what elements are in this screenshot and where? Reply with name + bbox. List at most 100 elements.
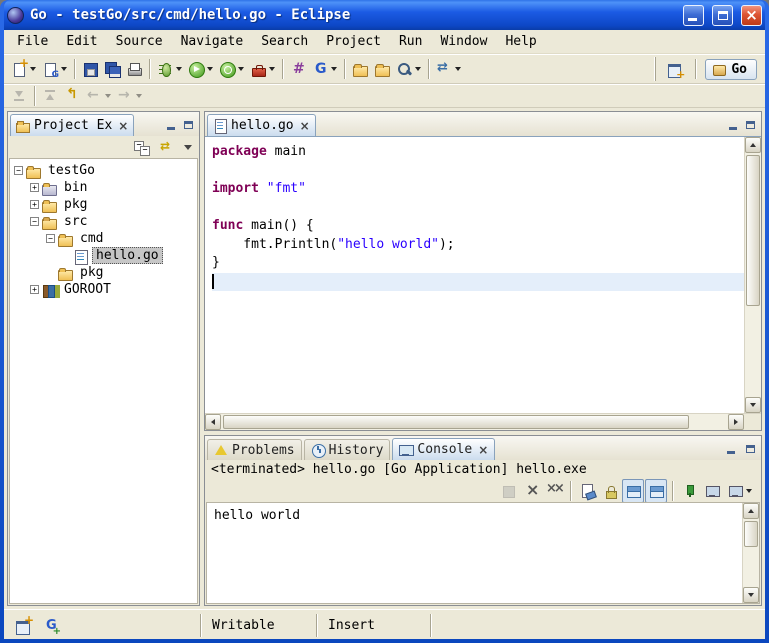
go-install-button[interactable] <box>309 57 340 81</box>
menu-edit[interactable]: Edit <box>57 31 106 52</box>
code-line[interactable]: package main <box>212 143 744 162</box>
minimize-view-button[interactable] <box>162 117 179 132</box>
title-bar[interactable]: Go - testGo/src/cmd/hello.go - Eclipse × <box>4 0 765 30</box>
code-line[interactable]: } <box>212 254 744 273</box>
previous-annotation-button[interactable] <box>39 84 61 108</box>
tab-hello-go[interactable]: hello.go × <box>207 114 316 136</box>
close-icon[interactable]: × <box>478 445 488 455</box>
tab-history[interactable]: History <box>304 439 391 460</box>
collapse-icon[interactable]: − <box>30 217 39 226</box>
code-area[interactable]: package main import "fmt" func main() { … <box>205 137 744 413</box>
minimize-view-button[interactable] <box>722 441 739 456</box>
clear-console-button[interactable] <box>576 479 598 503</box>
show-stdout-changes-button[interactable] <box>622 479 644 503</box>
run-button[interactable] <box>185 57 216 81</box>
menu-search[interactable]: Search <box>252 31 317 52</box>
expand-icon[interactable]: + <box>30 200 39 209</box>
save-all-button[interactable] <box>101 57 123 81</box>
scroll-thumb[interactable] <box>223 415 689 429</box>
go-trim-button[interactable] <box>41 614 63 638</box>
external-tools-button[interactable] <box>247 57 278 81</box>
code-line[interactable] <box>212 199 744 218</box>
tree-node-pkg[interactable]: pkg <box>10 264 197 281</box>
menu-window[interactable]: Window <box>431 31 496 52</box>
menu-project[interactable]: Project <box>317 31 390 52</box>
tab-console[interactable]: Console× <box>392 438 495 460</box>
tree-node-bin[interactable]: +bin <box>10 179 197 196</box>
tree-node-src[interactable]: −src <box>10 213 197 230</box>
new-go-element-button[interactable] <box>39 57 70 81</box>
scroll-up-button[interactable] <box>743 503 759 519</box>
open-console-button[interactable] <box>724 479 755 503</box>
print-button[interactable] <box>123 57 145 81</box>
minimize-button[interactable] <box>683 5 704 26</box>
next-annotation-button[interactable] <box>8 84 30 108</box>
debug-button[interactable] <box>154 57 185 81</box>
scroll-right-button[interactable] <box>728 414 744 430</box>
menu-file[interactable]: File <box>8 31 57 52</box>
close-button[interactable]: × <box>741 5 762 26</box>
scroll-thumb[interactable] <box>744 521 758 547</box>
code-line[interactable]: func main() { <box>212 217 744 236</box>
maximize-button[interactable] <box>712 5 733 26</box>
tree-node-testgo[interactable]: −testGo <box>10 162 197 179</box>
remove-launch-button[interactable] <box>520 479 542 503</box>
collapse-icon[interactable]: − <box>14 166 23 175</box>
show-stderr-changes-button[interactable] <box>645 479 667 503</box>
open-file-button[interactable] <box>349 57 371 81</box>
forward-button[interactable] <box>114 84 145 108</box>
search-button[interactable] <box>393 57 424 81</box>
tree-node-goroot[interactable]: +GOROOT <box>10 281 197 298</box>
display-selected-console-button[interactable] <box>701 479 723 503</box>
collapse-icon[interactable]: − <box>46 234 55 243</box>
go-perspective-button[interactable]: Go <box>705 59 757 80</box>
scroll-track[interactable] <box>221 414 728 430</box>
tree-node-cmd[interactable]: −cmd <box>10 230 197 247</box>
pin-console-button[interactable] <box>678 479 700 503</box>
menu-run[interactable]: Run <box>390 31 431 52</box>
open-perspective-button[interactable] <box>664 57 686 81</box>
remove-all-terminated-button[interactable] <box>543 479 565 503</box>
code-line[interactable] <box>212 162 744 181</box>
minimize-view-button[interactable] <box>724 117 741 132</box>
save-button[interactable] <box>79 57 101 81</box>
fast-view-button[interactable] <box>12 614 34 638</box>
close-icon[interactable]: × <box>300 121 310 131</box>
team-sync-button[interactable] <box>433 57 464 81</box>
go-test-button[interactable] <box>287 57 309 81</box>
scroll-left-button[interactable] <box>205 414 221 430</box>
code-line[interactable] <box>212 273 744 292</box>
code-line[interactable]: fmt.Println("hello world"); <box>212 236 744 255</box>
tab-problems[interactable]: Problems <box>207 439 302 460</box>
scroll-down-button[interactable] <box>745 397 761 413</box>
back-button[interactable] <box>83 84 114 108</box>
collapse-all-button[interactable] <box>131 135 153 159</box>
close-icon[interactable]: × <box>118 121 128 131</box>
scroll-lock-button[interactable] <box>599 479 621 503</box>
terminate-button[interactable] <box>497 479 519 503</box>
open-folder-button[interactable] <box>371 57 393 81</box>
project-tree[interactable]: −testGo+bin+pkg−src−cmdhello.gopkg+GOROO… <box>9 158 198 604</box>
code-line[interactable]: import "fmt" <box>212 180 744 199</box>
tab-project-explorer[interactable]: Project Ex × <box>10 114 134 136</box>
last-edit-location-button[interactable] <box>61 84 83 108</box>
scroll-thumb[interactable] <box>746 155 760 306</box>
scroll-down-button[interactable] <box>743 587 759 603</box>
expand-icon[interactable]: + <box>30 285 39 294</box>
maximize-view-button[interactable] <box>180 117 197 132</box>
maximize-view-button[interactable] <box>742 117 759 132</box>
console-vertical-scrollbar[interactable] <box>742 503 759 603</box>
editor-horizontal-scrollbar[interactable] <box>205 413 761 430</box>
tree-node-pkg[interactable]: +pkg <box>10 196 197 213</box>
maximize-view-button[interactable] <box>742 441 759 456</box>
link-with-editor-button[interactable] <box>156 135 178 159</box>
scroll-track[interactable] <box>743 519 759 587</box>
tree-node-hello-go[interactable]: hello.go <box>10 247 197 264</box>
scroll-up-button[interactable] <box>745 137 761 153</box>
new-wizard-button[interactable] <box>8 57 39 81</box>
profile-button[interactable] <box>216 57 247 81</box>
menu-navigate[interactable]: Navigate <box>172 31 253 52</box>
console-output-text[interactable]: hello world <box>207 503 742 603</box>
menu-help[interactable]: Help <box>496 31 545 52</box>
editor-vertical-scrollbar[interactable] <box>744 137 761 413</box>
